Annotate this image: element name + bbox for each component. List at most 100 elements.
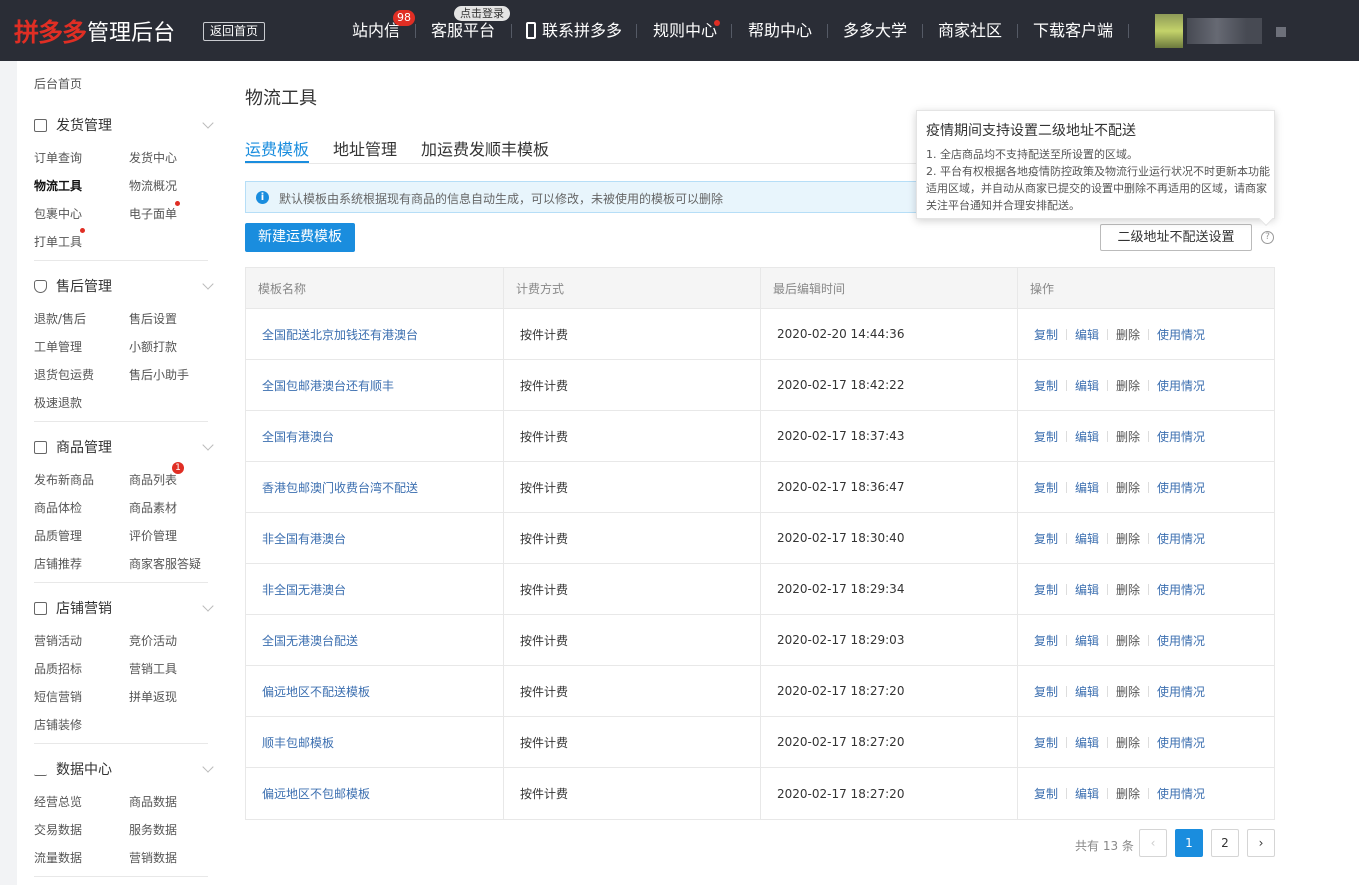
sidebar-item-cashback[interactable]: 拼单返现 <box>129 688 177 705</box>
sidebar-item-e-waybill[interactable]: 电子面单 <box>129 205 177 222</box>
edit-link[interactable]: 编辑 <box>1075 479 1099 496</box>
tab-shipping-template[interactable]: 运费模板 <box>245 136 309 160</box>
sidebar-item-logistics-tools[interactable]: 物流工具 <box>34 177 82 194</box>
nav-contact[interactable]: 联系拼多多 <box>542 20 622 42</box>
nav-help[interactable]: 帮助中心 <box>748 20 812 42</box>
delete-link[interactable]: 删除 <box>1116 734 1140 751</box>
sidebar-item-home[interactable]: 后台首页 <box>34 75 82 92</box>
delete-link[interactable]: 删除 <box>1116 326 1140 343</box>
usage-link[interactable]: 使用情况 <box>1157 479 1205 496</box>
sidebar-item-after-sales-assistant[interactable]: 售后小助手 <box>129 366 189 383</box>
sidebar-item-product-list[interactable]: 商品列表 <box>129 471 177 488</box>
sidebar-section-data[interactable]: 数据中心 <box>34 759 214 779</box>
delete-link[interactable]: 删除 <box>1116 530 1140 547</box>
tab-sf-template[interactable]: 加运费发顺丰模板 <box>421 136 549 160</box>
edit-link[interactable]: 编辑 <box>1075 734 1099 751</box>
sidebar-item-product-check[interactable]: 商品体检 <box>34 499 82 516</box>
back-home-button[interactable]: 返回首页 <box>203 22 265 41</box>
nav-messages[interactable]: 站内信 <box>352 20 400 42</box>
sidebar-item-ticket[interactable]: 工单管理 <box>34 338 82 355</box>
delete-link[interactable]: 删除 <box>1116 377 1140 394</box>
sidebar-item-merchant-qa[interactable]: 商家客服答疑 <box>129 555 201 572</box>
copy-link[interactable]: 复制 <box>1034 683 1058 700</box>
delete-link[interactable]: 删除 <box>1116 683 1140 700</box>
template-name-link[interactable]: 全国包邮港澳台还有顺丰 <box>262 377 394 394</box>
copy-link[interactable]: 复制 <box>1034 785 1058 802</box>
sidebar-item-marketing-tools[interactable]: 营销工具 <box>129 660 177 677</box>
usage-link[interactable]: 使用情况 <box>1157 632 1205 649</box>
next-page-button[interactable]: › <box>1247 829 1275 857</box>
copy-link[interactable]: 复制 <box>1034 377 1058 394</box>
sidebar-item-small-payment[interactable]: 小额打款 <box>129 338 177 355</box>
sidebar-item-logistics-overview[interactable]: 物流概况 <box>129 177 177 194</box>
usage-link[interactable]: 使用情况 <box>1157 581 1205 598</box>
question-icon[interactable]: ? <box>1261 231 1274 244</box>
login-tip-badge[interactable]: 点击登录 <box>454 6 510 21</box>
edit-link[interactable]: 编辑 <box>1075 785 1099 802</box>
nav-university[interactable]: 多多大学 <box>843 20 907 42</box>
copy-link[interactable]: 复制 <box>1034 479 1058 496</box>
tab-address-management[interactable]: 地址管理 <box>333 136 397 160</box>
sidebar-item-new-product[interactable]: 发布新商品 <box>34 471 94 488</box>
sidebar-item-fast-refund[interactable]: 极速退款 <box>34 394 82 411</box>
sidebar-item-store-decoration[interactable]: 店铺装修 <box>34 716 82 733</box>
sidebar-section-shipping[interactable]: 发货管理 <box>34 115 214 135</box>
page-1-button[interactable]: 1 <box>1175 829 1203 857</box>
copy-link[interactable]: 复制 <box>1034 581 1058 598</box>
edit-link[interactable]: 编辑 <box>1075 632 1099 649</box>
sidebar-section-marketing[interactable]: 店铺营销 <box>34 598 214 618</box>
template-name-link[interactable]: 全国配送北京加钱还有港澳台 <box>262 326 418 343</box>
template-name-link[interactable]: 全国无港澳台配送 <box>262 632 358 649</box>
page-2-button[interactable]: 2 <box>1211 829 1239 857</box>
edit-link[interactable]: 编辑 <box>1075 428 1099 445</box>
sidebar-item-package-center[interactable]: 包裹中心 <box>34 205 82 222</box>
template-name-link[interactable]: 偏远地区不配送模板 <box>262 683 370 700</box>
sidebar-item-quality[interactable]: 品质管理 <box>34 527 82 544</box>
template-name-link[interactable]: 非全国有港澳台 <box>262 530 346 547</box>
template-name-link[interactable]: 偏远地区不包邮模板 <box>262 785 370 802</box>
sidebar-item-product-material[interactable]: 商品素材 <box>129 499 177 516</box>
edit-link[interactable]: 编辑 <box>1075 377 1099 394</box>
sidebar-item-return-shipping[interactable]: 退货包运费 <box>34 366 94 383</box>
sidebar-item-print-tool[interactable]: 打单工具 <box>34 233 82 250</box>
edit-link[interactable]: 编辑 <box>1075 581 1099 598</box>
nav-download[interactable]: 下载客户端 <box>1033 20 1113 42</box>
avatar[interactable] <box>1155 14 1183 48</box>
delete-link[interactable]: 删除 <box>1116 428 1140 445</box>
prev-page-button[interactable]: ‹ <box>1139 829 1167 857</box>
sidebar-item-shipping-center[interactable]: 发货中心 <box>129 149 177 166</box>
usage-link[interactable]: 使用情况 <box>1157 377 1205 394</box>
copy-link[interactable]: 复制 <box>1034 734 1058 751</box>
delete-link[interactable]: 删除 <box>1116 785 1140 802</box>
user-name-blurred[interactable] <box>1187 18 1262 44</box>
sidebar-item-traffic-data[interactable]: 流量数据 <box>34 849 82 866</box>
nav-rules[interactable]: 规则中心 <box>653 20 717 42</box>
sidebar-item-campaigns[interactable]: 营销活动 <box>34 632 82 649</box>
usage-link[interactable]: 使用情况 <box>1157 326 1205 343</box>
new-template-button[interactable]: 新建运费模板 <box>245 223 355 252</box>
sidebar-item-overview[interactable]: 经营总览 <box>34 793 82 810</box>
sidebar-item-sms[interactable]: 短信营销 <box>34 688 82 705</box>
usage-link[interactable]: 使用情况 <box>1157 734 1205 751</box>
sidebar-section-after-sales[interactable]: 售后管理 <box>34 276 214 296</box>
template-name-link[interactable]: 顺丰包邮模板 <box>262 734 334 751</box>
sidebar-item-refund[interactable]: 退款/售后 <box>34 310 86 327</box>
sidebar-item-marketing-data[interactable]: 营销数据 <box>129 849 177 866</box>
copy-link[interactable]: 复制 <box>1034 530 1058 547</box>
sidebar-item-order-query[interactable]: 订单查询 <box>34 149 82 166</box>
sidebar-section-products[interactable]: 商品管理 <box>34 437 214 457</box>
delete-link[interactable]: 删除 <box>1116 632 1140 649</box>
copy-link[interactable]: 复制 <box>1034 632 1058 649</box>
logo[interactable]: 拼多多 管理后台 <box>14 16 175 47</box>
edit-link[interactable]: 编辑 <box>1075 326 1099 343</box>
sidebar-item-service-data[interactable]: 服务数据 <box>129 821 177 838</box>
nav-community[interactable]: 商家社区 <box>938 20 1002 42</box>
usage-link[interactable]: 使用情况 <box>1157 785 1205 802</box>
delete-link[interactable]: 删除 <box>1116 479 1140 496</box>
sidebar-item-store-recommend[interactable]: 店铺推荐 <box>34 555 82 572</box>
usage-link[interactable]: 使用情况 <box>1157 683 1205 700</box>
edit-link[interactable]: 编辑 <box>1075 683 1099 700</box>
copy-link[interactable]: 复制 <box>1034 428 1058 445</box>
sidebar-item-bidding[interactable]: 竞价活动 <box>129 632 177 649</box>
template-name-link[interactable]: 香港包邮澳门收费台湾不配送 <box>262 479 418 496</box>
